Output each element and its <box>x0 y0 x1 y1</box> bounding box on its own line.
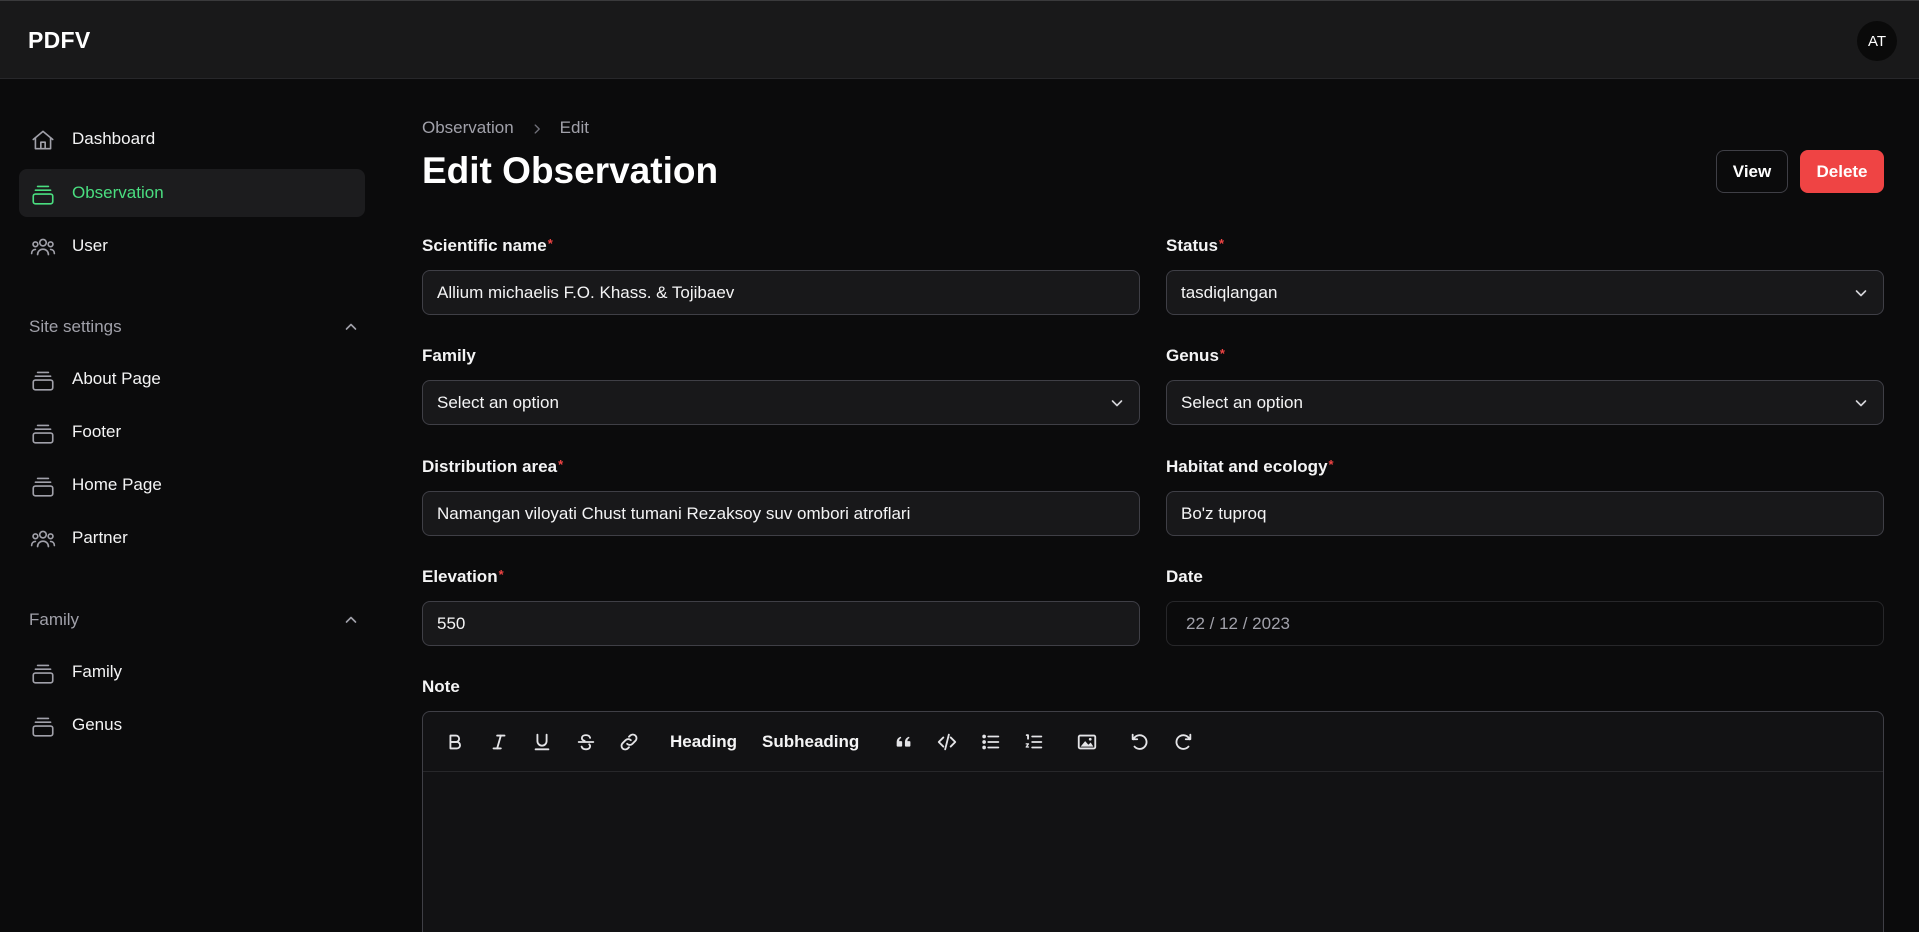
chevron-up-icon[interactable] <box>343 319 359 335</box>
collection-icon <box>30 420 56 446</box>
collection-icon <box>30 660 56 686</box>
elevation-label: Elevation* <box>422 567 504 586</box>
sidebar: Dashboard Observation User Site settings… <box>0 80 385 932</box>
underline-icon[interactable] <box>528 728 556 756</box>
sidebar-group-label: Family <box>29 610 80 629</box>
breadcrumb: Observation Edit <box>422 118 589 138</box>
habitat-input[interactable] <box>1181 503 1883 524</box>
date-value[interactable]: 22 / 12 / 2023 <box>1186 614 1290 634</box>
italic-icon[interactable] <box>485 728 513 756</box>
chevron-up-icon[interactable] <box>343 612 359 628</box>
status-select-value: tasdiqlangan <box>1181 282 1278 302</box>
brand-logo[interactable]: PDFV <box>28 27 91 54</box>
undo-icon[interactable] <box>1126 728 1154 756</box>
user-avatar[interactable]: AT <box>1857 21 1897 61</box>
habitat-field[interactable] <box>1166 491 1884 536</box>
breadcrumb-link[interactable]: Observation <box>422 118 514 138</box>
family-select-value: Select an option <box>437 392 559 412</box>
genus-select[interactable]: Select an option <box>1166 380 1884 425</box>
sidebar-item-about-page[interactable]: About Page <box>19 355 365 403</box>
habitat-label: Habitat and ecology* <box>1166 457 1334 476</box>
users-icon <box>30 234 56 260</box>
sidebar-item-label: Partner <box>72 528 128 547</box>
subheading-button[interactable]: Subheading <box>762 728 859 756</box>
sidebar-item-dashboard[interactable]: Dashboard <box>19 115 365 163</box>
chevron-down-icon <box>1109 395 1125 411</box>
sidebar-item-label: Footer <box>72 422 122 441</box>
view-button[interactable]: View <box>1716 150 1788 193</box>
scientific-name-field[interactable] <box>422 270 1140 315</box>
family-label: Family <box>422 346 476 365</box>
sidebar-item-home-page[interactable]: Home Page <box>19 461 365 509</box>
genus-select-value: Select an option <box>1181 392 1303 412</box>
sidebar-item-family[interactable]: Family <box>19 648 365 696</box>
sidebar-item-label: Genus <box>72 715 123 734</box>
bold-icon[interactable] <box>441 728 469 756</box>
link-icon[interactable] <box>615 728 643 756</box>
status-label: Status* <box>1166 236 1225 255</box>
editor-toolbar: Heading Subheading <box>423 712 1883 772</box>
genus-label: Genus* <box>1166 346 1225 365</box>
collection-icon <box>30 713 56 739</box>
collection-icon <box>30 181 56 207</box>
sidebar-group-label: Site settings <box>29 317 122 336</box>
sidebar-item-label: About Page <box>72 369 161 388</box>
sidebar-item-label: Family <box>72 662 123 681</box>
redo-icon[interactable] <box>1169 728 1197 756</box>
chevron-down-icon <box>1853 285 1869 301</box>
family-select[interactable]: Select an option <box>422 380 1140 425</box>
home-icon <box>30 127 56 153</box>
strikethrough-icon[interactable] <box>572 728 600 756</box>
breadcrumb-current: Edit <box>559 118 589 137</box>
ordered-list-icon[interactable] <box>1020 728 1048 756</box>
bullet-list-icon[interactable] <box>977 728 1005 756</box>
distribution-area-field[interactable] <box>422 491 1140 536</box>
note-label: Note <box>422 677 460 696</box>
distribution-area-label: Distribution area* <box>422 457 564 476</box>
chevron-right-icon <box>530 121 544 135</box>
sidebar-item-label: Dashboard <box>72 129 156 148</box>
heading-button[interactable]: Heading <box>670 728 737 756</box>
scientific-name-input[interactable] <box>437 282 1139 303</box>
collection-icon <box>30 473 56 499</box>
sidebar-group-site-settings[interactable]: Site settings <box>29 312 359 342</box>
sidebar-item-genus[interactable]: Genus <box>19 701 365 749</box>
code-icon[interactable] <box>933 728 961 756</box>
users-icon <box>30 526 56 552</box>
date-field[interactable]: 22 / 12 / 2023 <box>1166 601 1884 646</box>
sidebar-item-label: Home Page <box>72 475 162 494</box>
chevron-down-icon <box>1853 395 1869 411</box>
status-select[interactable]: tasdiqlangan <box>1166 270 1884 315</box>
scientific-name-label: Scientific name* <box>422 236 553 255</box>
top-bar: PDFV AT <box>0 0 1919 79</box>
sidebar-group-family[interactable]: Family <box>29 605 359 635</box>
elevation-input[interactable] <box>437 613 1139 634</box>
sidebar-item-label: Observation <box>72 183 164 202</box>
page-title: Edit Observation <box>422 150 719 191</box>
sidebar-item-user[interactable]: User <box>19 222 365 270</box>
distribution-area-input[interactable] <box>437 503 1139 524</box>
sidebar-item-partner[interactable]: Partner <box>19 514 365 562</box>
collection-icon <box>30 367 56 393</box>
image-icon[interactable] <box>1073 728 1101 756</box>
date-label: Date <box>1166 567 1203 586</box>
sidebar-item-observation[interactable]: Observation <box>19 169 365 217</box>
quote-icon[interactable] <box>890 728 918 756</box>
delete-button[interactable]: Delete <box>1800 150 1884 193</box>
elevation-field[interactable] <box>422 601 1140 646</box>
sidebar-item-footer[interactable]: Footer <box>19 408 365 456</box>
sidebar-item-label: User <box>72 236 108 255</box>
note-editor[interactable]: Heading Subheading <box>422 711 1884 932</box>
